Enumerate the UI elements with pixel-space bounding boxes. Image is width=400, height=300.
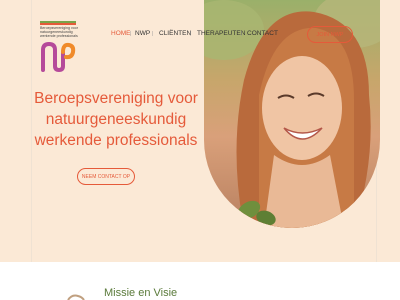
hero-section: Beroepsvereniging voor natuurgeneeskundi…: [0, 0, 400, 262]
hero-headline: Beroepsvereniging voor natuurgeneeskundi…: [26, 88, 206, 151]
nav-separator: |: [241, 31, 243, 37]
nav-nwp[interactable]: NWP: [135, 30, 150, 42]
nav-home[interactable]: HOME: [111, 30, 131, 42]
headline-line: werkende professionals: [34, 132, 198, 149]
logo-text-line: werkende professionals: [40, 34, 78, 38]
join-nwp-button[interactable]: JOIN NWP: [307, 26, 353, 43]
nav-separator: |: [190, 31, 192, 37]
nav-separator: |: [152, 31, 154, 37]
logo-stripe: [40, 23, 76, 25]
headline-line: natuurgeneeskundig: [45, 111, 187, 128]
nav-clienten[interactable]: CLIËNTEN: [159, 30, 191, 42]
nav-therapeuten[interactable]: THERAPEUTEN: [197, 30, 245, 42]
headline-line: Beroepsvereniging voor: [34, 90, 198, 107]
contact-button[interactable]: NEEM CONTACT OP: [77, 168, 135, 185]
section-decor-icon: [67, 294, 85, 300]
mission-section: Missie en Visie: [0, 262, 400, 300]
nav-separator: |: [130, 31, 132, 37]
section-title: Missie en Visie: [104, 287, 178, 299]
nwp-logo-icon[interactable]: [40, 40, 76, 74]
nav-contact[interactable]: CONTACT: [247, 30, 278, 42]
